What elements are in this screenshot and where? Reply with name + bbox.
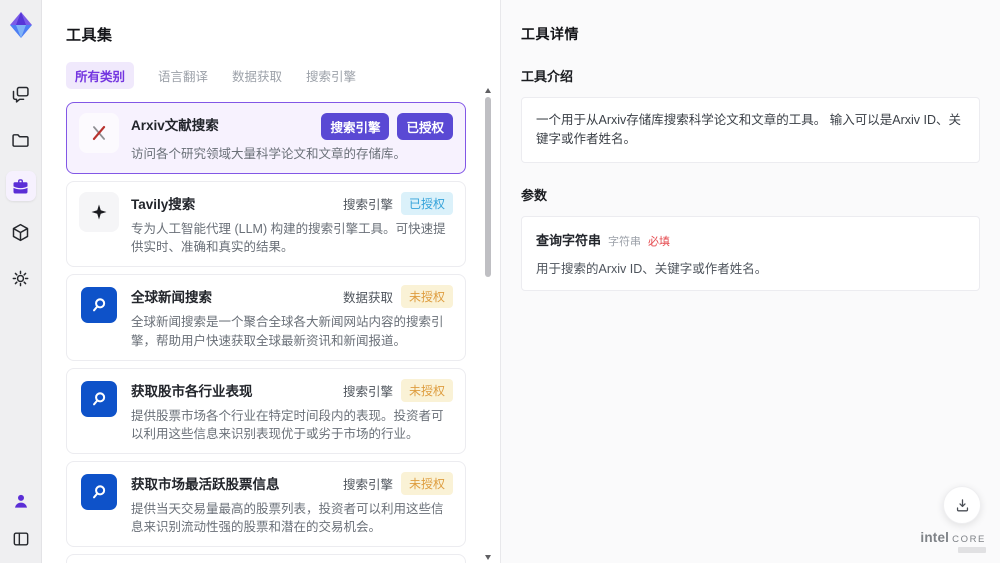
tool-list-panel: 工具集 所有类别 语言翻译 数据获取 搜索引擎 Arxiv文献搜索 搜索引擎 已…	[42, 0, 500, 563]
detail-title: 工具详情	[521, 26, 579, 42]
user-profile-icon[interactable]	[7, 487, 35, 515]
param-name: 查询字符串	[536, 232, 602, 248]
category-tabs: 所有类别 语言翻译 数据获取 搜索引擎	[66, 62, 480, 89]
tool-card-regional-news[interactable]: 万维地区新闻查询 搜索引擎 未授权 查询具体行政区划内的新闻，快速了解各地新闻动	[66, 554, 466, 563]
param-box: 查询字符串 字符串 必填 用于搜索的Arxiv ID、关键字或作者姓名。	[521, 215, 980, 291]
nav-chat-icon[interactable]	[6, 79, 36, 109]
intro-text: 一个用于从Arxiv存储库搜索科学论文和文章的工具。 输入可以是Arxiv ID…	[536, 113, 962, 146]
tool-title: 获取股市各行业表现	[131, 383, 253, 399]
tool-card-most-active-stocks[interactable]: 获取市场最活跃股票信息 搜索引擎 未授权 提供当天交易量最高的股票列表，投资者可…	[66, 460, 466, 548]
core-wordmark: CORE	[952, 533, 986, 545]
category-badge[interactable]: 搜索引擎	[321, 113, 390, 140]
download-button[interactable]	[943, 486, 981, 524]
panel-toggle-icon[interactable]	[7, 525, 35, 553]
intro-box: 一个用于从Arxiv存储库搜索科学论文和文章的工具。 输入可以是Arxiv ID…	[521, 97, 980, 163]
page-title: 工具集	[66, 27, 113, 44]
left-rail	[0, 0, 42, 563]
intel-wordmark: intel	[920, 529, 950, 545]
scrollbar-thumb[interactable]	[485, 97, 491, 277]
tool-card-sector-performance[interactable]: 获取股市各行业表现 搜索引擎 未授权 提供股票市场各个行业在特定时间段内的表现。…	[66, 367, 466, 454]
sparkle-icon	[79, 192, 119, 233]
tool-title: 全球新闻搜索	[131, 290, 212, 306]
category-label: 数据获取	[342, 291, 393, 306]
tool-card-list: Arxiv文献搜索 搜索引擎 已授权 访问各个研究领域大量科学论文和文章的存储库…	[66, 102, 480, 563]
tool-card-global-news[interactable]: 全球新闻搜索 数据获取 未授权 全球新闻搜索是一个聚合全球各大新闻网站内容的搜索…	[66, 274, 466, 361]
tool-title: Arxiv文献搜索	[131, 118, 219, 133]
intro-heading: 工具介绍	[521, 69, 574, 84]
unauthorized-badge: 未授权	[400, 378, 453, 402]
tab-data-acquisition[interactable]: 数据获取	[232, 62, 282, 89]
tool-card-arxiv[interactable]: Arxiv文献搜索 搜索引擎 已授权 访问各个研究领域大量科学论文和文章的存储库…	[66, 102, 466, 175]
intel-core-logo: intel CORE	[920, 529, 986, 553]
category-label: 搜索引擎	[342, 198, 393, 213]
stock-search-icon	[81, 473, 117, 510]
unauthorized-badge: 未授权	[400, 285, 453, 309]
tool-title: Tavily搜索	[131, 197, 196, 213]
rail-nav	[5, 79, 36, 293]
category-label: 搜索引擎	[342, 384, 393, 399]
stock-search-icon	[81, 380, 117, 417]
nav-folder-icon[interactable]	[6, 125, 36, 155]
tool-description: 提供股票市场各个行业在特定时间段内的表现。投资者可以利用这些信息来识别表现优于或…	[131, 408, 444, 441]
authorized-badge[interactable]: 已授权	[397, 113, 453, 140]
news-search-icon	[81, 287, 117, 324]
tool-title: 获取市场最活跃股票信息	[131, 476, 280, 492]
tool-description: 全球新闻搜索是一个聚合全球各大新闻网站内容的搜索引擎，帮助用户快速获取全球最新资…	[131, 315, 444, 348]
tab-all-categories[interactable]: 所有类别	[66, 62, 135, 89]
unauthorized-badge: 未授权	[400, 471, 453, 495]
param-required-label: 必填	[648, 235, 671, 248]
param-type: 字符串	[608, 235, 642, 248]
scrollbar-down-arrow-icon[interactable]	[485, 555, 491, 560]
scrollbar-up-arrow-icon[interactable]	[485, 88, 491, 93]
authorized-badge: 已授权	[400, 192, 453, 216]
tab-search-engine[interactable]: 搜索引擎	[306, 62, 356, 89]
tool-card-tavily[interactable]: Tavily搜索 搜索引擎 已授权 专为人工智能代理 (LLM) 构建的搜索引擎…	[66, 181, 466, 268]
nav-settings-gear-icon[interactable]	[6, 263, 36, 293]
param-description: 用于搜索的Arxiv ID、关键字或作者姓名。	[536, 261, 768, 276]
nav-cube-icon[interactable]	[6, 217, 36, 247]
download-icon	[956, 498, 968, 511]
brand-sub-mark	[958, 547, 986, 553]
nav-toolbox-icon[interactable]	[5, 171, 36, 201]
rail-bottom	[7, 487, 35, 553]
app-window: 工具集 所有类别 语言翻译 数据获取 搜索引擎 Arxiv文献搜索 搜索引擎 已…	[0, 0, 1000, 563]
tool-description: 专为人工智能代理 (LLM) 构建的搜索引擎工具。可快速提供实时、准确和真实的结…	[131, 222, 446, 255]
arxiv-icon	[79, 113, 119, 153]
list-scrollbar[interactable]	[484, 88, 492, 560]
tool-description: 提供当天交易量最高的股票列表，投资者可以利用这些信息来识别流动性强的股票和潜在的…	[131, 501, 444, 534]
category-label: 搜索引擎	[342, 477, 393, 492]
tool-description: 访问各个研究领域大量科学论文和文章的存储库。	[131, 147, 407, 161]
tool-detail-panel: 工具详情 工具介绍 一个用于从Arxiv存储库搜索科学论文和文章的工具。 输入可…	[500, 0, 1000, 563]
app-logo gem-icon[interactable]	[5, 9, 37, 41]
tab-language-translation[interactable]: 语言翻译	[158, 62, 208, 89]
params-heading: 参数	[521, 187, 548, 203]
